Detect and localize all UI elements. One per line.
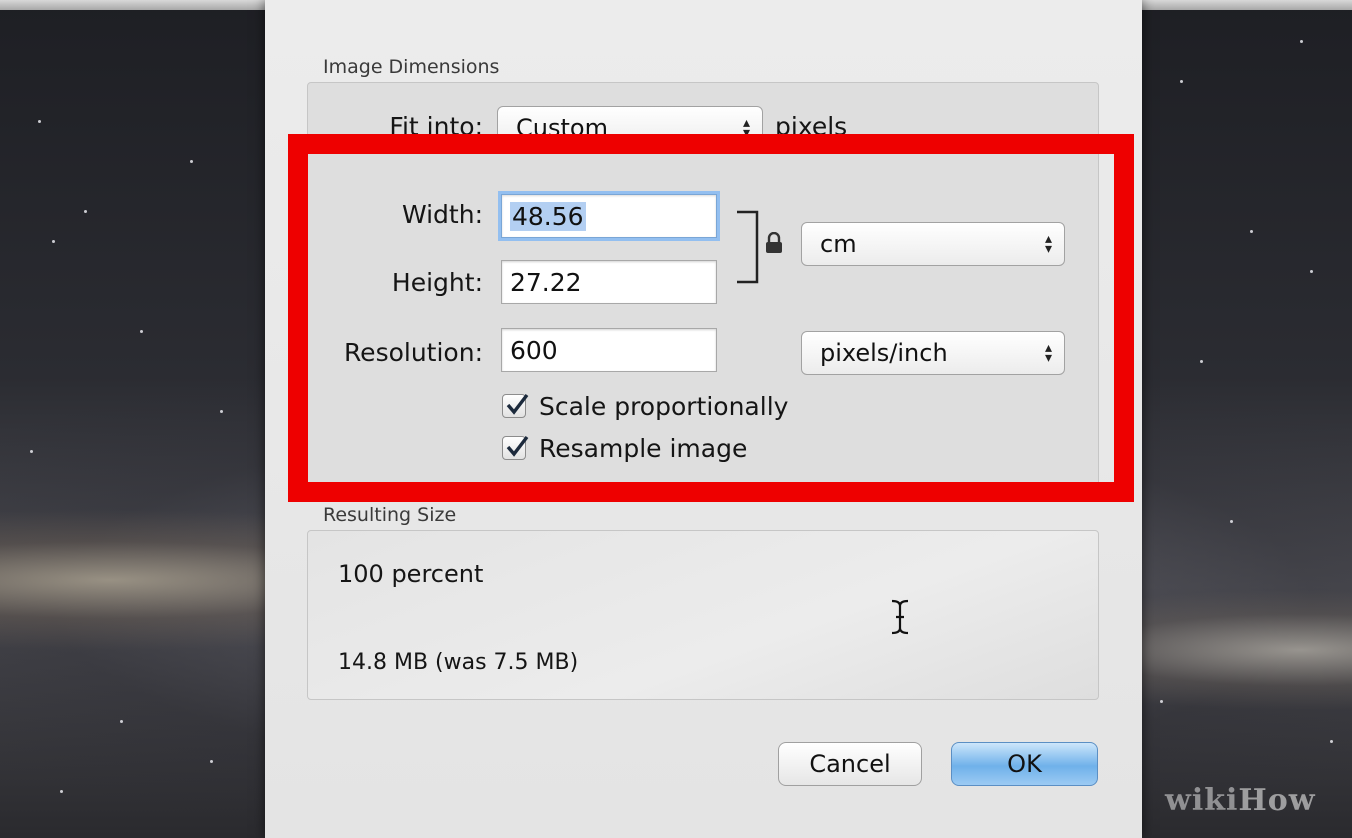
star <box>30 450 33 453</box>
resulting-size-title: Resulting Size <box>323 504 457 526</box>
star <box>1330 740 1333 743</box>
star <box>220 410 223 413</box>
wikihow-watermark: wikiHow <box>1165 783 1316 818</box>
resulting-file-size: 14.8 MB (was 7.5 MB) <box>338 650 579 675</box>
star <box>140 330 143 333</box>
star <box>38 120 41 123</box>
text-cursor-icon <box>891 599 909 635</box>
star <box>1180 80 1183 83</box>
cancel-button[interactable]: Cancel <box>778 742 922 786</box>
watermark-wiki: wiki <box>1165 783 1239 818</box>
resulting-percent: 100 percent <box>338 560 484 588</box>
star <box>1300 40 1303 43</box>
star <box>52 240 55 243</box>
image-dimensions-title: Image Dimensions <box>323 56 500 78</box>
star <box>120 720 123 723</box>
star <box>60 790 63 793</box>
star <box>1160 700 1163 703</box>
star <box>1230 520 1233 523</box>
star <box>1200 360 1203 363</box>
star <box>1250 230 1253 233</box>
star <box>84 210 87 213</box>
star <box>190 160 193 163</box>
star <box>1310 270 1313 273</box>
ok-button[interactable]: OK <box>951 742 1098 786</box>
watermark-how: How <box>1238 783 1316 818</box>
red-highlight-frame <box>288 134 1134 502</box>
star <box>210 760 213 763</box>
